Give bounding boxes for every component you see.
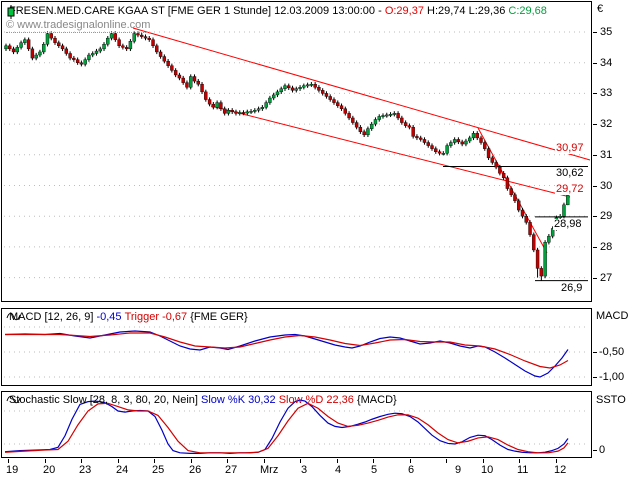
x-tick-label: 25 [152, 464, 165, 476]
x-tick-label: 23 [79, 464, 92, 476]
x-tick-label: 26 [189, 464, 202, 476]
candlestick-chart[interactable] [2, 2, 591, 301]
x-tick-label: 3 [301, 464, 308, 476]
x-tick-label: 5 [371, 464, 378, 476]
symbol-title: FRESEN.MED.CARE KGAA ST [FME GER 1 Stund… [9, 5, 382, 17]
y-tick-label: 0 [599, 443, 606, 456]
macd-trigger-value: -0,67 [162, 311, 188, 323]
trading-app-window: { "title_bar": { "text": "FRESEN.MED.CAR… [0, 0, 640, 480]
macd-value: -0,45 [96, 311, 122, 323]
x-tick-mark [446, 459, 447, 463]
y-tick-dash [593, 62, 597, 64]
y-tick-label: 34 [600, 56, 613, 69]
y-tick-dash [593, 154, 597, 156]
y-tick-label: 32 [600, 118, 613, 131]
x-tick-mark [8, 459, 9, 463]
macd-header: MACD [12, 26, 9] -0,45 Trigger -0,67 {FM… [6, 311, 248, 323]
currency-unit-label: € [597, 3, 604, 15]
x-tick-label: 24 [116, 464, 129, 476]
open-value: O:29,37 [384, 5, 424, 17]
y-tick-label: 31 [600, 148, 613, 161]
x-tick-label: 6 [408, 464, 415, 476]
x-tick-label: 12 [554, 464, 567, 476]
x-tick-label: 27 [225, 464, 238, 476]
stochastic-scope: {MACD} [356, 394, 397, 406]
x-tick-mark [227, 459, 228, 463]
x-tick-label: Mrz [260, 464, 279, 476]
candles-layer [4, 31, 570, 281]
x-tick-mark [191, 459, 192, 463]
macd-axis-label: MACD [596, 310, 629, 322]
copyright-icon: © [6, 19, 18, 31]
macd-scope: {FME GER} [190, 311, 248, 323]
y-tick-label: -0,50 [599, 346, 625, 358]
y-tick-label: 30 [600, 179, 613, 192]
x-tick-mark [373, 459, 374, 463]
y-tick-label: -1,00 [599, 371, 625, 383]
x-tick-label: 19 [6, 464, 19, 476]
macd-name: MACD [12, 26, 9] [9, 311, 94, 323]
y-tick-dash [593, 246, 597, 248]
x-tick-mark [337, 459, 338, 463]
y-tick-dash [593, 124, 597, 126]
y-tick-dash [593, 449, 597, 451]
y-tick-label: 27 [600, 271, 613, 284]
x-tick-mark [118, 459, 119, 463]
trendline-price-label: 29,72 [555, 183, 585, 195]
y-tick-dash [593, 216, 597, 218]
y-tick-dash [593, 185, 597, 187]
x-tick-mark [300, 459, 301, 463]
stochastic-header: Stochastic Slow [28, 8, 3, 80, 20, Nein]… [6, 394, 397, 406]
x-tick-mark [264, 459, 265, 463]
level-price-label: 30,62 [555, 167, 585, 179]
high-value: H:29,74 [427, 5, 466, 17]
low-value: L:29,36 [468, 5, 506, 17]
stochastic-name: Stochastic Slow [28, 8, 3, 80, 20, Nein] [9, 394, 198, 406]
close-value: C:29,68 [508, 5, 547, 17]
x-tick-mark [154, 459, 155, 463]
x-tick-mark [81, 459, 82, 463]
x-tick-label: 20 [43, 464, 56, 476]
x-tick-label: 9 [455, 464, 462, 476]
x-tick-mark [519, 459, 520, 463]
y-tick-dash [593, 93, 597, 95]
y-tick-label: 33 [600, 87, 613, 100]
y-tick-dash [593, 277, 597, 279]
stochastic-k-value: Slow %K 30,32 [201, 394, 276, 406]
x-tick-mark [410, 459, 411, 463]
main-chart-panel[interactable]: FRESEN.MED.CARE KGAA ST [FME GER 1 Stund… [1, 1, 592, 302]
y-tick-label: 29 [600, 210, 613, 223]
x-tick-label: 10 [481, 464, 494, 476]
x-tick-mark [556, 459, 557, 463]
y-tick-label: 35 [600, 26, 613, 38]
macd-series-line [4, 330, 569, 378]
level-price-label: 28,98 [553, 218, 583, 230]
trendline-price-label: 30,97 [555, 142, 585, 154]
y-tick-dash [593, 352, 597, 353]
stochastic-indicator-panel[interactable]: Stochastic Slow [28, 8, 3, 80, 20, Nein]… [1, 391, 592, 458]
x-tick-mark [483, 459, 484, 463]
macd-trigger-label: Trigger [124, 311, 160, 323]
y-tick-dash [593, 32, 597, 33]
x-tick-mark [45, 459, 46, 463]
macd-indicator-panel[interactable]: MACD [12, 26, 9] -0,45 Trigger -0,67 {FM… [1, 308, 592, 386]
x-tick-label: 11 [517, 464, 529, 476]
stochastic-series-line [4, 399, 569, 454]
y-tick-label: 28 [600, 240, 613, 253]
watermark-link[interactable]: © www.tradesignalonline.com [6, 19, 151, 33]
stochastic-d-value: Slow %D 22,36 [278, 394, 354, 406]
y-tick-dash [593, 377, 597, 378]
x-tick-label: 4 [335, 464, 342, 476]
ssto-axis-label: SSTO [596, 394, 626, 406]
chart-title-bar: FRESEN.MED.CARE KGAA ST [FME GER 1 Stund… [6, 5, 547, 19]
watermark-text: www.tradesignalonline.com [17, 19, 151, 31]
trendlines-layer [132, 27, 591, 254]
level-price-label: 26,9 [560, 282, 584, 294]
